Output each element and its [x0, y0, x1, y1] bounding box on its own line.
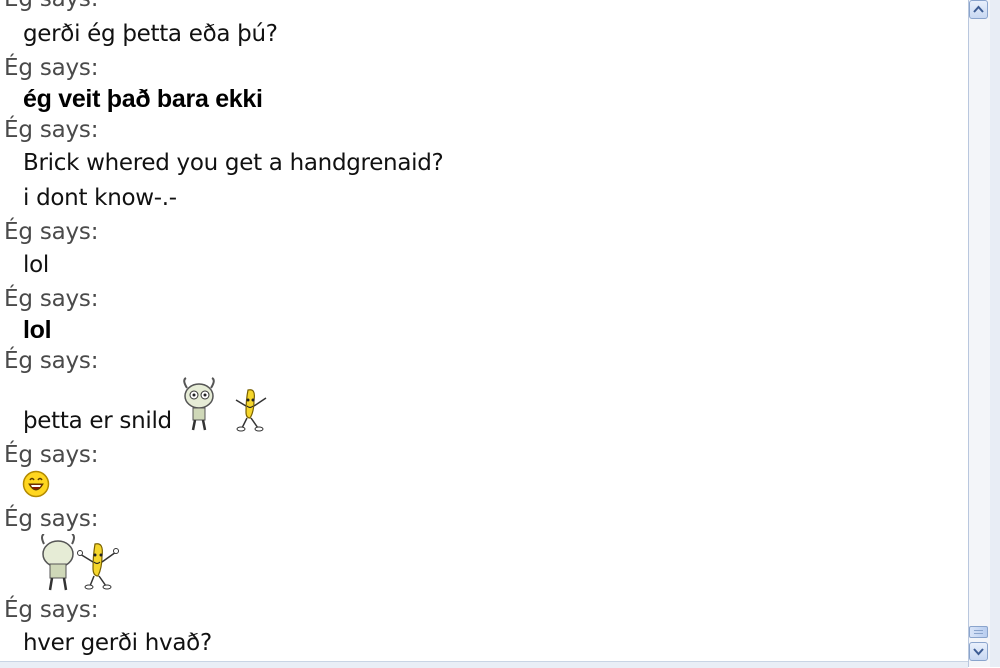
sender-label: Ég says:	[4, 0, 98, 12]
chat-history[interactable]: Ég says: gerði ég þetta eða þú? Ég says:…	[0, 0, 968, 661]
dancing-banana-icon	[232, 386, 270, 432]
sender-label: Ég says:	[4, 55, 99, 81]
thumb-grip-line	[974, 633, 983, 634]
thumb-grip-line	[974, 630, 983, 631]
laughing-smiley-icon	[22, 470, 50, 498]
message-text: i dont know-.-	[23, 185, 177, 211]
message-text: lol	[23, 316, 52, 344]
sender-label: Ég says:	[4, 219, 99, 245]
sender-label: Ég says:	[4, 506, 99, 532]
sender-label: Ég says:	[4, 117, 99, 143]
scrollbar-thumb[interactable]	[969, 626, 988, 638]
message-text: hver gerði hvað?	[23, 630, 212, 656]
message-text: ég veit það bara ekki	[23, 85, 263, 113]
message-text: gerði ég þetta eða þú?	[23, 21, 278, 47]
sender-label: Ég says:	[4, 286, 99, 312]
dancing-banana-icon	[76, 540, 120, 590]
scrollbar-outer-track	[990, 0, 1000, 667]
sender-label: Ég says:	[4, 348, 99, 374]
gir-robot-icon	[38, 533, 78, 592]
sender-label: Ég says:	[4, 442, 99, 468]
sender-label: Ég says:	[4, 597, 99, 623]
gir-robot-icon	[178, 376, 220, 432]
message-text: þetta er snild	[23, 408, 172, 434]
message-text: Brick whered you get a handgrenaid?	[23, 150, 444, 176]
scroll-down-button[interactable]	[969, 642, 988, 661]
scroll-up-button[interactable]	[969, 0, 988, 19]
message-text: lol	[23, 252, 49, 278]
